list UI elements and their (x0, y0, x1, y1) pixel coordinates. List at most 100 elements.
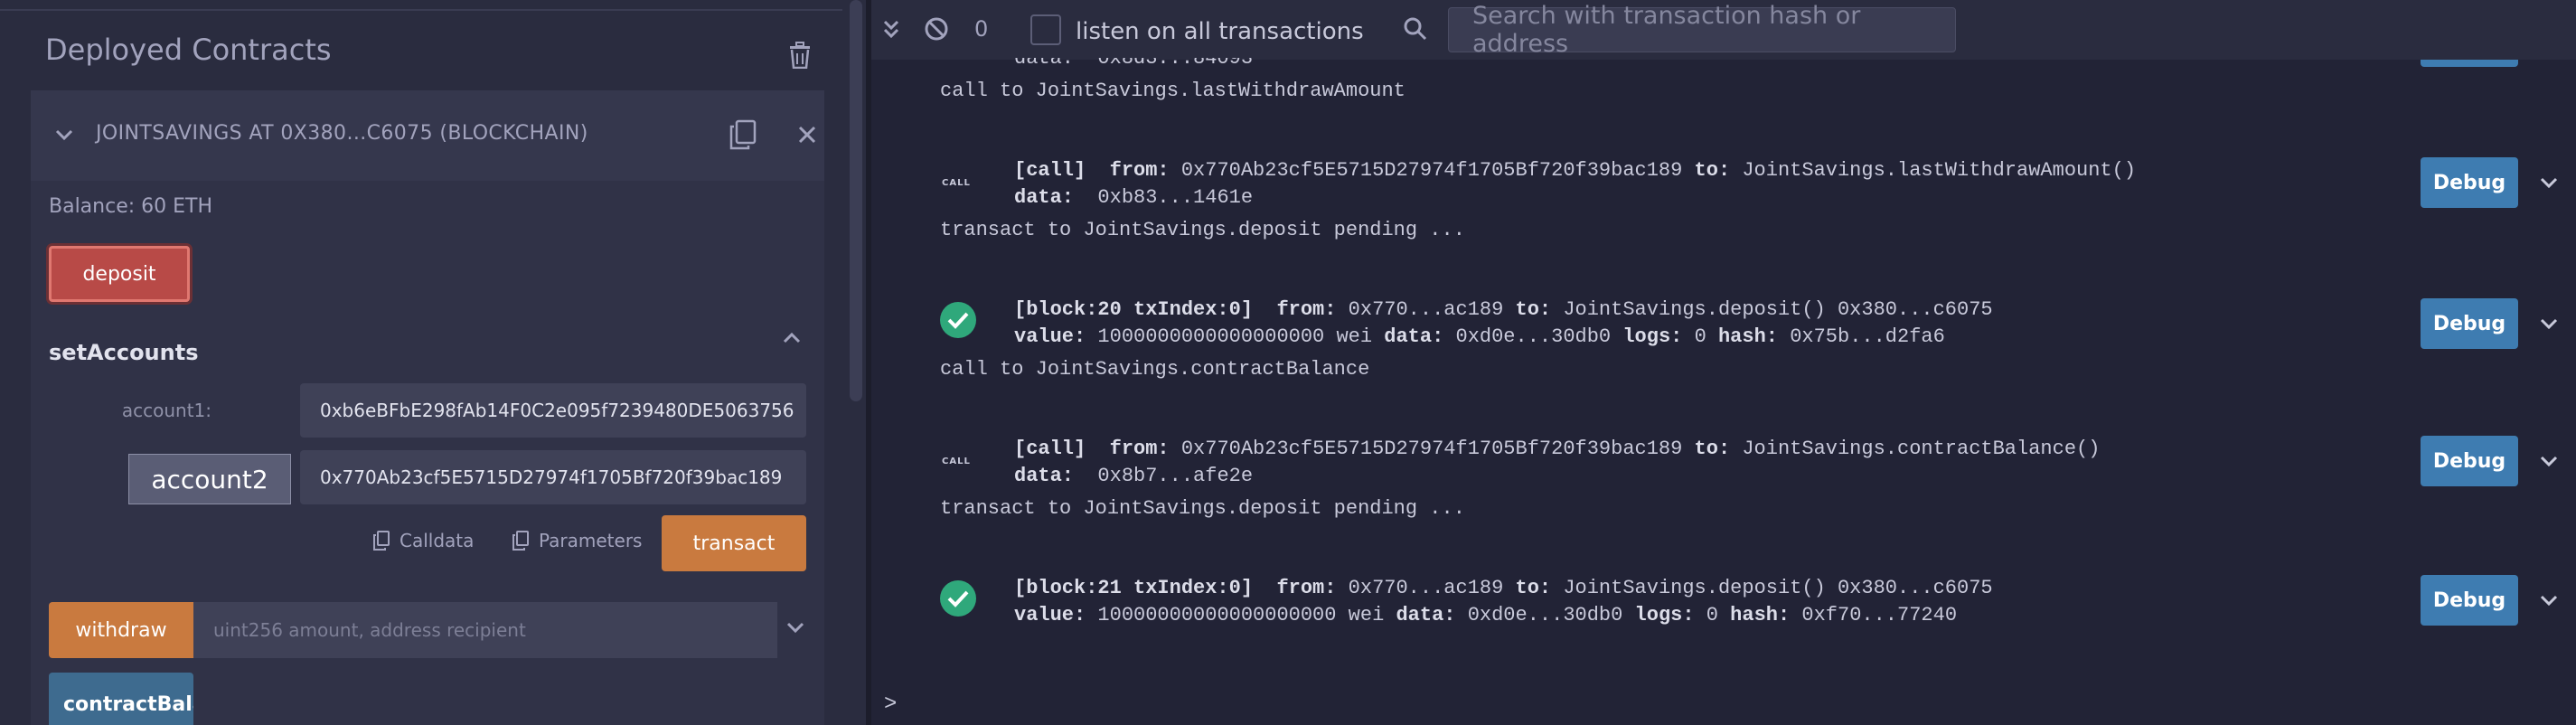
debug-button[interactable]: Debug (2421, 575, 2518, 626)
copy-icon (373, 531, 390, 551)
chevron-down-icon[interactable] (785, 617, 806, 638)
tx-tag: [block:21 txIndex:0] (1014, 577, 1254, 599)
tx-summary-row[interactable]: [block:20 txIndex:0] from: 0x770...ac189… (1014, 298, 1993, 321)
listen-checkbox[interactable] (1030, 14, 1061, 45)
contract-instance-header[interactable]: JOINTSAVINGS AT 0X380...C6075 (BLOCKCHAI… (31, 90, 824, 181)
to-label: to: (1515, 577, 1552, 599)
data-label: data: (1014, 465, 1075, 487)
tx-detail-row: value: 1000000000000000000 wei data: 0xd… (1014, 325, 1945, 348)
debug-button[interactable]: Debug (2421, 157, 2518, 208)
search-icon (1404, 17, 1427, 41)
chevron-down-icon[interactable] (52, 123, 76, 146)
to-value: JointSavings.deposit() 0x380...c6075 (1563, 298, 1993, 321)
data-label: data: (1396, 604, 1456, 626)
tx-detail-row: value: 10000000000000000000 wei data: 0x… (1014, 604, 1957, 626)
logs-value: 0 (1706, 604, 1718, 626)
data-value: 0xd0e...30db0 (1467, 604, 1623, 626)
hash-label: hash: (1730, 604, 1791, 626)
copy-icon (512, 531, 529, 551)
chevron-down-icon[interactable] (2538, 450, 2560, 472)
debug-button[interactable]: Debug (2421, 298, 2518, 349)
calldata-button[interactable]: Calldata (372, 530, 474, 551)
from-label: from: (1109, 159, 1170, 182)
terminal-line: call to JointSavings.contractBalance (940, 358, 1370, 381)
terminal-toolbar: 0 listen on all transactions Search with… (871, 0, 2576, 60)
to-value: JointSavings.contractBalance() (1742, 438, 2101, 460)
chevron-down-icon[interactable] (2538, 589, 2560, 611)
chevron-up-icon[interactable] (781, 327, 803, 349)
call-badge: CALL (942, 178, 971, 188)
pending-tx-count: 0 (974, 16, 989, 42)
to-label: to: (1694, 438, 1731, 460)
from-value: 0x770...ac189 (1348, 298, 1504, 321)
data-label: data: (1384, 325, 1444, 348)
parameters-label: Parameters (539, 530, 643, 551)
value-label: value: (1014, 325, 1086, 348)
hash-label: hash: (1717, 325, 1778, 348)
hash-value: 0x75b...d2fa6 (1790, 325, 1945, 348)
call-badge: CALL (942, 457, 971, 466)
tx-summary-row[interactable]: [block:21 txIndex:0] from: 0x770...ac189… (1014, 577, 1993, 599)
to-value: JointSavings.lastWithdrawAmount() (1742, 159, 2137, 182)
account1-label: account1: (121, 400, 212, 421)
data-value: 0xb83...1461e (1097, 186, 1254, 209)
account1-input[interactable]: 0xb6eBFbE298fAb14F0C2e095f7239480DE50637… (300, 383, 806, 438)
from-value: 0x770...ac189 (1348, 577, 1504, 599)
contract-instance: JOINTSAVINGS AT 0X380...C6075 (BLOCKCHAI… (31, 90, 824, 725)
clear-icon[interactable] (924, 16, 949, 42)
tx-summary-row[interactable]: [call] from: 0x770Ab23cf5E5715D27974f170… (1014, 438, 2100, 460)
tx-tag: [block:20 txIndex:0] (1014, 298, 1254, 321)
logs-label: logs: (1622, 325, 1683, 348)
scrollbar-thumb[interactable] (850, 0, 862, 401)
terminal-line: transact to JointSavings.deposit pending… (940, 219, 1465, 241)
value-value: 10000000000000000000 wei (1097, 604, 1385, 626)
parameters-button[interactable]: Parameters (512, 530, 642, 551)
tx-detail-row: data: 0xb83...1461e (1014, 186, 1253, 209)
tx-detail-row: data: 0x8b7...afe2e (1014, 465, 1253, 487)
withdraw-button[interactable]: withdraw (49, 602, 193, 658)
deploy-run-panel: Deployed Contracts JOINTSAVINGS AT 0X380… (0, 0, 866, 725)
trash-icon[interactable] (788, 42, 812, 69)
deposit-button[interactable]: deposit (49, 246, 190, 302)
set-accounts-title: setAccounts (49, 340, 199, 365)
hash-value: 0xf70...77240 (1801, 604, 1958, 626)
account2-tooltip: account2 (128, 454, 291, 504)
from-label: from: (1276, 577, 1337, 599)
tx-tag: [call] (1014, 159, 1086, 182)
calldata-label: Calldata (400, 530, 475, 551)
deployed-contracts-title: Deployed Contracts (45, 33, 332, 67)
remix-ide: Deployed Contracts JOINTSAVINGS AT 0X380… (0, 0, 2576, 725)
value-value: 1000000000000000000 wei (1097, 325, 1373, 348)
chevron-down-icon[interactable] (2538, 172, 2560, 193)
tx-tag: [call] (1014, 438, 1086, 460)
transact-button[interactable]: transact (662, 515, 806, 571)
search-input[interactable]: Search with transaction hash or address (1448, 2, 1956, 58)
logs-value: 0 (1694, 325, 1706, 348)
to-label: to: (1515, 298, 1552, 321)
to-label: to: (1694, 159, 1731, 182)
data-value: 0xd0e...30db0 (1455, 325, 1612, 348)
contract-instance-name: JOINTSAVINGS AT 0X380...C6075 (BLOCKCHAI… (96, 122, 588, 145)
copy-icon[interactable] (729, 119, 757, 150)
from-value: 0x770Ab23cf5E5715D27974f1705Bf720f39bac1… (1180, 159, 1683, 182)
success-check-icon (940, 302, 976, 338)
terminal: 0 listen on all transactions Search with… (871, 0, 2576, 725)
from-value: 0x770Ab23cf5E5715D27974f1705Bf720f39bac1… (1180, 438, 1683, 460)
to-value: JointSavings.deposit() 0x380...c6075 (1563, 577, 1993, 599)
account2-input[interactable]: 0x770Ab23cf5E5715D27974f1705Bf720f39bac1… (300, 450, 806, 504)
close-icon[interactable] (797, 125, 817, 145)
tx-summary-row[interactable]: [call] from: 0x770Ab23cf5E5715D27974f170… (1014, 159, 2136, 182)
chevron-down-icon[interactable] (2538, 313, 2560, 334)
data-value: 0x8b7...afe2e (1097, 465, 1254, 487)
contract-balance-button[interactable]: contractBalan (49, 673, 193, 725)
from-label: from: (1109, 438, 1170, 460)
listen-label: listen on all transactions (1076, 18, 1364, 45)
withdraw-args-input[interactable]: uint256 amount, address recipient (193, 602, 777, 658)
debug-button[interactable]: Debug (2421, 436, 2518, 486)
terminal-line: call to JointSavings.lastWithdrawAmount (940, 80, 1406, 102)
terminal-prompt[interactable]: > (884, 692, 897, 717)
double-chevron-down-icon[interactable] (880, 18, 902, 40)
from-label: from: (1276, 298, 1337, 321)
success-check-icon (940, 580, 976, 617)
contract-balance-text: Balance: 60 ETH (49, 195, 213, 218)
